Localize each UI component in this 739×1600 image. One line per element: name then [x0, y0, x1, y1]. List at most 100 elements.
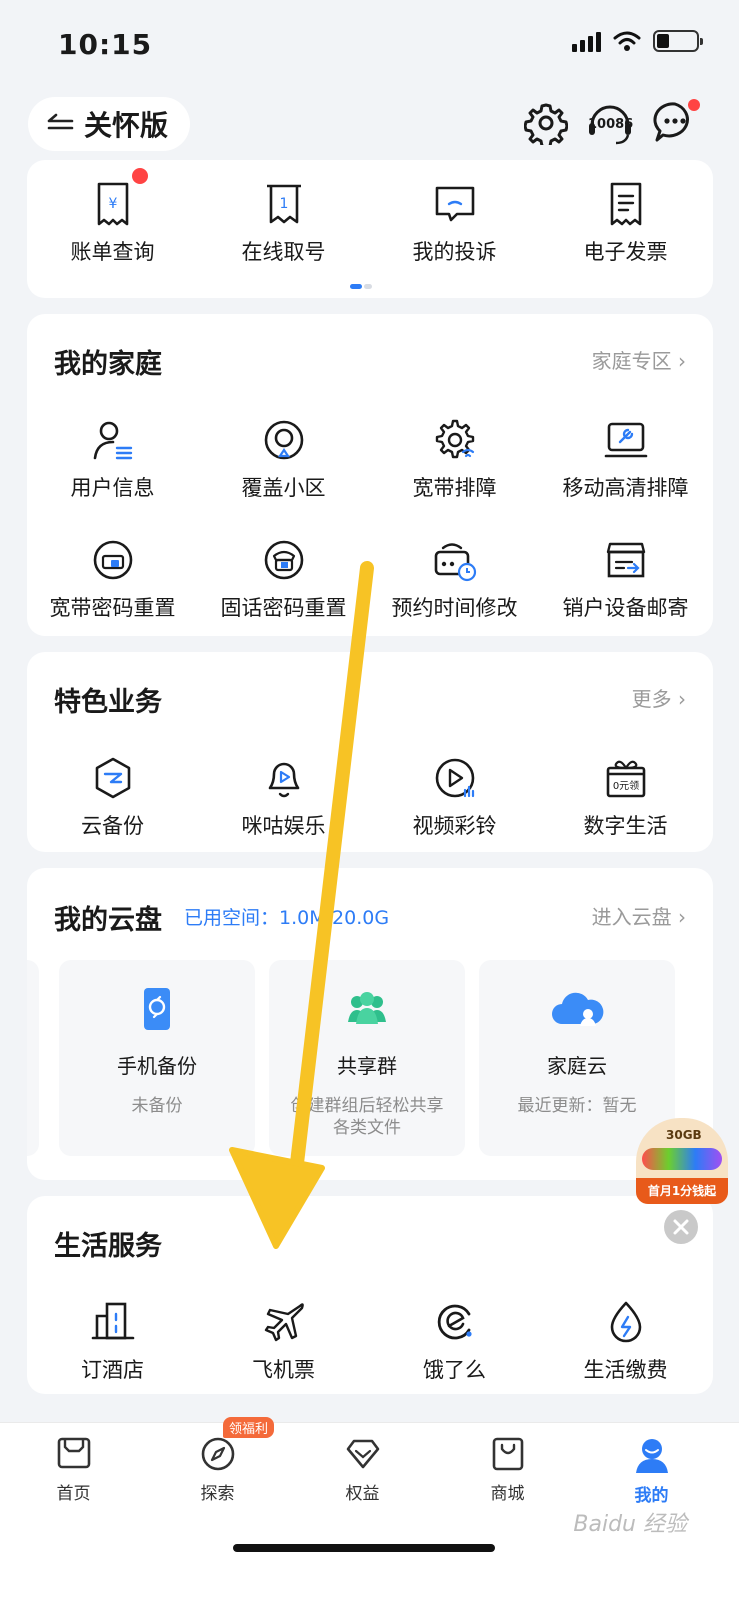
quick-item-complaint[interactable]: 我的投诉	[369, 182, 540, 266]
family-item-broadband-fix[interactable]: 宽带排障	[369, 418, 540, 502]
quick-item-label: 我的投诉	[412, 240, 497, 264]
digital-life-tag: 0元领	[612, 779, 638, 792]
featured-more-link[interactable]: 更多 ›	[632, 683, 686, 712]
cloud-tile-partial	[27, 960, 39, 1156]
family-item-label: 移动高清排障	[562, 476, 689, 500]
promo-text: 首月1分钱起	[636, 1178, 728, 1204]
hotline-number: 10086	[588, 117, 634, 132]
quick-item-label: 在线取号	[241, 240, 326, 264]
tab-explore[interactable]: 探索	[144, 1435, 291, 1504]
featured-item-digital-life[interactable]: 0元领 数字生活	[540, 756, 711, 840]
family-item-user-info[interactable]: 用户信息	[27, 418, 198, 502]
status-bar: 10:15	[0, 0, 739, 90]
quick-item-bill[interactable]: ¥ 账单查询	[27, 168, 198, 266]
featured-item-cloud-backup[interactable]: 云备份	[27, 756, 198, 840]
tab-mall[interactable]: 商城	[434, 1435, 581, 1504]
family-item-tv-fix[interactable]: 移动高清排障	[540, 418, 711, 502]
chevron-right-icon: ›	[678, 349, 686, 373]
cloud-used-space: 已用空间：1.0M/20.0G	[184, 907, 390, 929]
compass-icon	[201, 1437, 234, 1471]
plane-icon	[264, 1303, 304, 1342]
life-item-label: 生活缴费	[583, 1358, 668, 1382]
cloud-backup-icon	[95, 757, 130, 799]
featured-services-card: 特色业务 更多 › 云备份 咪咕娱乐 视频彩铃 0元领 数字生活	[27, 652, 713, 852]
home-icon	[57, 1437, 90, 1469]
cloud-tile-family-cloud[interactable]: 家庭云 最近更新：暂无	[479, 960, 675, 1156]
tab-mine[interactable]: 我的	[578, 1435, 725, 1506]
status-time: 10:15	[58, 28, 153, 61]
featured-item-migu[interactable]: 咪咕娱乐	[198, 756, 369, 840]
quick-services-card: ¥ 账单查询 1 在线取号 我的投诉 电子发票	[27, 160, 713, 298]
broadband-password-icon	[93, 540, 132, 580]
user-info-icon	[93, 421, 132, 460]
family-item-label: 覆盖小区	[241, 476, 326, 500]
message-badge	[688, 99, 700, 111]
tab-home[interactable]: 首页	[0, 1435, 147, 1504]
chevron-right-icon: ›	[678, 687, 686, 711]
tab-label: 我的	[634, 1486, 669, 1506]
family-item-appointment[interactable]: 预约时间修改	[369, 538, 540, 622]
chevron-right-icon: ›	[678, 905, 686, 929]
quick-item-invoice[interactable]: 电子发票	[540, 182, 711, 266]
cloud-tile-phone-backup[interactable]: 手机备份 未备份	[59, 960, 255, 1156]
share-group-icon	[348, 992, 386, 1024]
hotline-button[interactable]: 10086	[586, 99, 634, 147]
tab-label: 商城	[490, 1484, 525, 1504]
switch-icon	[47, 113, 74, 130]
family-zone-link[interactable]: 家庭专区 ›	[592, 345, 686, 374]
family-cloud-icon	[552, 992, 604, 1026]
life-item-eleme[interactable]: 饿了么	[369, 1300, 540, 1384]
appointment-icon	[434, 543, 476, 582]
featured-item-video-ring[interactable]: 视频彩铃	[369, 756, 540, 840]
video-ring-icon	[435, 758, 474, 798]
cloud-tile-title: 家庭云	[547, 1054, 607, 1078]
quick-item-label: 账单查询	[70, 240, 155, 264]
eleme-icon	[437, 1304, 472, 1340]
family-item-label: 宽带密码重置	[49, 596, 176, 620]
featured-item-label: 云备份	[81, 814, 144, 838]
care-mode-button[interactable]: 关怀版	[28, 97, 191, 151]
quick-item-ticket[interactable]: 1 在线取号	[198, 182, 369, 266]
family-item-label: 销户设备邮寄	[562, 596, 689, 620]
migu-icon	[268, 762, 299, 798]
floating-promo[interactable]: 30GB 首月1分钱起	[636, 1118, 728, 1204]
cloud-tile-share-group[interactable]: 共享群 创建群组后轻松共享各类文件	[269, 960, 465, 1156]
family-item-phone-password[interactable]: 固话密码重置	[198, 538, 369, 622]
family-item-broadband-password[interactable]: 宽带密码重置	[27, 538, 198, 622]
life-item-hotel[interactable]: 订酒店	[27, 1300, 198, 1384]
digital-life-icon: 0元领	[606, 760, 645, 798]
svg-text:1: 1	[279, 196, 288, 212]
close-promo-button[interactable]	[664, 1210, 698, 1244]
shopping-bag-icon	[492, 1437, 523, 1471]
tab-label: 探索	[200, 1484, 235, 1504]
message-button[interactable]	[652, 99, 700, 147]
family-item-device-mail[interactable]: 销户设备邮寄	[540, 538, 711, 622]
signal-icon	[572, 30, 601, 52]
cloud-tile-subtitle: 创建群组后轻松共享各类文件	[290, 1096, 444, 1138]
cloud-tile-title: 共享群	[337, 1054, 397, 1078]
my-cloud-card: 我的云盘 已用空间：1.0M/20.0G 进入云盘 › 手机备份 未备份 共享群…	[27, 868, 713, 1180]
invoice-icon	[610, 182, 641, 226]
family-item-coverage[interactable]: 覆盖小区	[198, 418, 369, 502]
family-item-label: 宽带排障	[412, 476, 497, 500]
enter-cloud-link[interactable]: 进入云盘 ›	[592, 901, 686, 930]
featured-item-label: 数字生活	[583, 814, 668, 838]
life-item-plane[interactable]: 飞机票	[198, 1300, 369, 1384]
life-item-utility[interactable]: 生活缴费	[540, 1300, 711, 1384]
family-item-label: 固话密码重置	[220, 596, 347, 620]
svg-text:¥: ¥	[108, 196, 117, 212]
tab-benefits[interactable]: 权益	[289, 1435, 436, 1504]
hotel-icon	[91, 1302, 134, 1340]
complaint-icon	[435, 186, 474, 222]
life-item-label: 飞机票	[252, 1358, 315, 1382]
diamond-icon	[346, 1439, 379, 1469]
coverage-icon	[264, 420, 303, 460]
phone-password-icon	[264, 540, 303, 580]
section-title: 特色业务	[54, 687, 162, 718]
section-title: 生活服务	[54, 1231, 162, 1262]
settings-icon[interactable]	[524, 101, 568, 145]
welfare-badge: 领福利	[223, 1417, 275, 1438]
enter-cloud-label: 进入云盘	[591, 905, 672, 929]
life-item-label: 订酒店	[81, 1358, 144, 1382]
care-mode-label: 关怀版	[84, 109, 169, 142]
